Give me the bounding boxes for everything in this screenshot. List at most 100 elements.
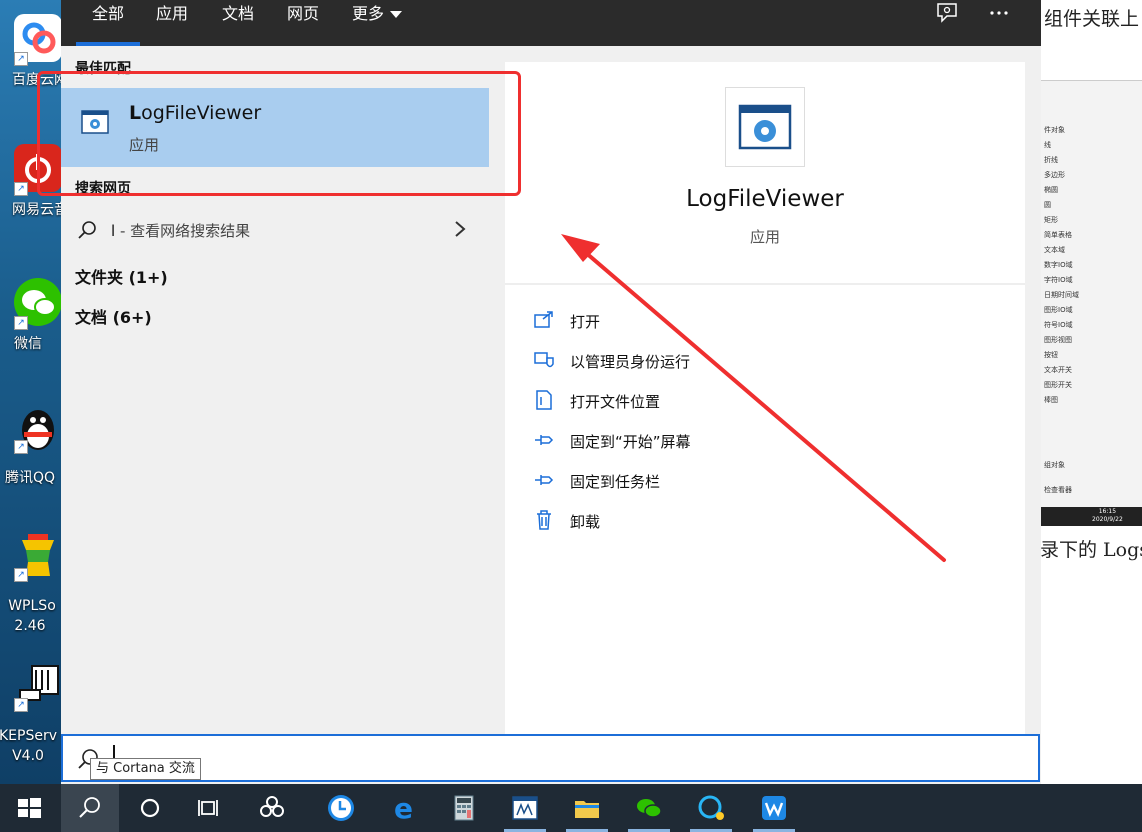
shortcut-arrow-icon: ↗ (14, 182, 28, 196)
doc-row: 日期时间域 (1044, 291, 1079, 299)
file-location-icon (536, 390, 552, 410)
doc-row: 图形开关 (1044, 381, 1072, 389)
web-search-text: l - 查看网络搜索结果 (111, 222, 251, 240)
tab-all[interactable]: 全部 (75, 0, 141, 46)
action-pin-to-taskbar[interactable]: 固定到任务栏 (533, 465, 833, 495)
windows-logo-icon (18, 798, 41, 818)
taskbar-search-button[interactable] (61, 784, 119, 832)
search-input[interactable] (61, 734, 1040, 782)
desktop-icon-wplsoft[interactable]: ↗ WPLSo 2.46 (0, 530, 62, 650)
feedback-icon[interactable] (934, 2, 960, 26)
admin-shield-icon (534, 352, 554, 368)
shortcut-arrow-icon: ↗ (14, 440, 28, 454)
pin-taskbar-icon (535, 475, 554, 485)
background-document: 组件关联上 件对象 线 折线 多边形 椭圆 圆 矩形 简单表格 文本域 数字IO… (1040, 0, 1142, 784)
search-icon (78, 221, 96, 239)
taskbar-app-clock[interactable] (312, 784, 370, 832)
desktop-icon-label-line2: 2.46 (14, 618, 46, 634)
doc-mini-taskbar (1040, 507, 1142, 526)
chat-app-icon (698, 795, 724, 820)
taskbar-app-chat[interactable] (682, 784, 740, 832)
doc-row: 椭圆 (1044, 186, 1058, 194)
desktop-icon-wechat[interactable]: ↗ 微信 (0, 278, 62, 398)
action-label: 打开文件位置 (570, 393, 661, 411)
desktop-icon-label: 腾讯QQ (4, 470, 56, 486)
file-explorer-icon (575, 801, 599, 818)
more-options-icon[interactable] (986, 2, 1012, 26)
action-uninstall[interactable]: 卸载 (533, 505, 833, 535)
annotation-highlight-box (37, 71, 521, 196)
doc-row: 检查看器 (1044, 486, 1072, 494)
action-label: 以管理员身份运行 (570, 353, 691, 371)
taskbar-app-wps[interactable] (745, 784, 803, 832)
search-tab-bar: 全部 应用 文档 网页 更多 (61, 0, 1041, 46)
doc-row: 图形IO域 (1044, 306, 1073, 314)
doc-row: 符号IO域 (1044, 321, 1073, 329)
cortana-ring-icon (140, 798, 160, 818)
shortcut-arrow-icon: ↗ (14, 568, 28, 582)
web-search-item[interactable]: l - 查看网络搜索结果 (61, 212, 489, 248)
desktop-icon-label: KEPServ (0, 728, 57, 744)
app-detail-pane: LogFileViewer 应用 打开 以管理员身份运行 打开文件位置 固定到“… (505, 62, 1025, 736)
desktop-icon-kepserver[interactable]: ↗ KEPServ V4.0 (0, 660, 62, 780)
taskbar-app-edge[interactable]: e (374, 784, 432, 832)
wechat-icon (637, 799, 662, 818)
tab-more[interactable]: 更多 (352, 0, 403, 46)
action-label: 打开 (570, 313, 601, 331)
detail-app-name: LogFileViewer (686, 186, 844, 212)
shortcut-arrow-icon: ↗ (14, 52, 28, 66)
tab-web[interactable]: 网页 (287, 0, 319, 46)
desktop-icon-qq[interactable]: ↗ 腾讯QQ (0, 402, 62, 522)
taskbar-app-pinwheel[interactable] (243, 784, 301, 832)
action-run-as-admin[interactable]: 以管理员身份运行 (533, 345, 833, 375)
taskbar: e (0, 784, 1142, 832)
start-button[interactable] (0, 784, 58, 832)
cortana-tooltip: 与 Cortana 交流 (90, 758, 201, 780)
taskbar-app-wechat[interactable] (620, 784, 678, 832)
doc-row: 按钮 (1044, 351, 1058, 359)
action-label: 固定到任务栏 (570, 473, 661, 491)
task-view-button[interactable] (180, 784, 238, 832)
tab-documents[interactable]: 文档 (222, 0, 254, 46)
search-icon (79, 797, 100, 818)
doc-row: 图形视图 (1044, 336, 1072, 344)
divider (505, 283, 1025, 285)
detail-app-kind: 应用 (749, 228, 780, 246)
taskbar-app-explorer[interactable] (558, 784, 616, 832)
chevron-right-icon (455, 221, 466, 237)
cortana-button[interactable] (121, 784, 179, 832)
open-icon (534, 311, 553, 328)
chevron-down-icon (390, 11, 403, 18)
action-open-file-location[interactable]: 打开文件位置 (533, 385, 833, 415)
category-folders[interactable]: 文件夹 (1+) (75, 264, 168, 288)
doc-text-line2: 录下的 Logs (1040, 539, 1142, 561)
pin-start-icon (535, 435, 554, 445)
doc-row: 矩形 (1044, 216, 1058, 224)
doc-text-line1: 组件关联上 (1044, 8, 1140, 30)
clock-app-icon (328, 795, 354, 821)
doc-row: 折线 (1044, 156, 1058, 164)
desktop-icon-label-line2: V4.0 (12, 748, 44, 764)
category-documents[interactable]: 文档 (6+) (75, 304, 152, 328)
edge-browser-icon: e (394, 793, 413, 823)
shortcut-arrow-icon: ↗ (14, 698, 28, 712)
doc-row: 数字IO域 (1044, 261, 1073, 269)
calculator-icon (454, 795, 474, 821)
logviewer-app-icon (512, 796, 538, 820)
action-open[interactable]: 打开 (533, 305, 833, 335)
logfileviewer-large-icon (725, 87, 805, 167)
taskbar-app-logviewer[interactable] (496, 784, 554, 832)
tab-apps[interactable]: 应用 (156, 0, 188, 46)
taskbar-app-calculator[interactable] (435, 784, 493, 832)
desktop-icon-label: 微信 (14, 336, 42, 352)
trash-icon (537, 510, 551, 530)
doc-row: 件对象 (1044, 126, 1065, 134)
task-view-icon (198, 800, 218, 816)
wps-office-icon (762, 796, 786, 820)
action-pin-to-start[interactable]: 固定到“开始”屏幕 (533, 425, 833, 455)
doc-embedded-screenshot: 件对象 线 折线 多边形 椭圆 圆 矩形 简单表格 文本域 数字IO域 字符IO… (1040, 80, 1142, 526)
doc-row: 文本开关 (1044, 366, 1072, 374)
action-label: 卸载 (570, 513, 601, 531)
doc-row: 文本域 (1044, 246, 1065, 254)
doc-row: 字符IO域 (1044, 276, 1073, 284)
